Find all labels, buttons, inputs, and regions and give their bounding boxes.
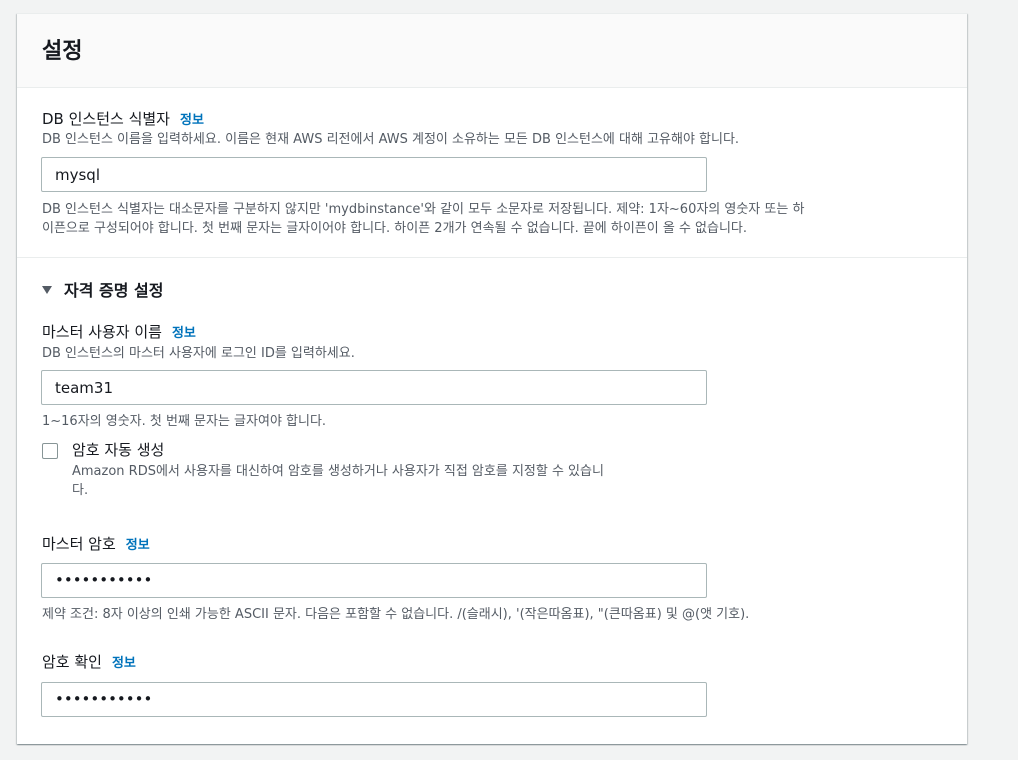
master-username-label: 마스터 사용자 이름	[42, 323, 162, 341]
section-divider	[17, 257, 967, 258]
db-identifier-input[interactable]	[41, 157, 707, 192]
master-username-description: DB 인스턴스의 마스터 사용자에 로그인 ID를 입력하세요.	[42, 346, 355, 361]
credentials-section-title: 자격 증명 설정	[64, 281, 164, 300]
credentials-section-toggle[interactable]: 자격 증명 설정	[42, 277, 163, 301]
db-identifier-label-row: DB 인스턴스 식별자 정보	[42, 108, 204, 129]
db-identifier-constraint-line2: 이픈으로 구성되어야 합니다. 첫 번째 문자는 글자이어야 합니다. 하이픈 …	[42, 221, 748, 236]
auto-generate-password-checkbox[interactable]	[42, 443, 58, 459]
auto-generate-description-line1: Amazon RDS에서 사용자를 대신하여 암호를 생성하거나 사용자가 직접…	[72, 464, 604, 479]
db-identifier-description: DB 인스턴스 이름을 입력하세요. 이름은 현재 AWS 리전에서 AWS 계…	[42, 132, 740, 147]
db-identifier-info-link[interactable]: 정보	[180, 113, 204, 128]
confirm-password-info-link[interactable]: 정보	[112, 656, 136, 671]
master-username-label-row: 마스터 사용자 이름 정보	[42, 321, 196, 342]
master-password-info-link[interactable]: 정보	[126, 538, 150, 553]
auto-generate-description-line2: 다.	[72, 483, 89, 498]
master-password-label: 마스터 암호	[42, 535, 116, 553]
confirm-password-label-row: 암호 확인 정보	[42, 651, 136, 672]
panel-title: 설정	[42, 39, 83, 64]
confirm-password-input[interactable]: •••••••••••	[41, 682, 707, 717]
master-username-info-link[interactable]: 정보	[172, 326, 196, 341]
master-username-constraint: 1~16자의 영숫자. 첫 번째 문자는 글자여야 합니다.	[42, 414, 327, 429]
master-password-input[interactable]: •••••••••••	[41, 563, 707, 598]
master-password-label-row: 마스터 암호 정보	[42, 533, 150, 554]
master-username-input[interactable]	[41, 370, 707, 405]
db-identifier-constraint-line1: DB 인스턴스 식별자는 대소문자를 구분하지 않지만 'mydbinstanc…	[42, 202, 805, 217]
db-identifier-label: DB 인스턴스 식별자	[42, 110, 170, 128]
auto-generate-password-label[interactable]: 암호 자동 생성	[72, 439, 164, 460]
confirm-password-label: 암호 확인	[42, 653, 102, 671]
caret-down-icon	[42, 286, 52, 294]
settings-panel: 설정 DB 인스턴스 식별자 정보 DB 인스턴스 이름을 입력하세요. 이름은 …	[17, 13, 967, 744]
panel-header: 설정	[17, 14, 967, 88]
master-password-constraint: 제약 조건: 8자 이상의 인쇄 가능한 ASCII 문자. 다음은 포함할 수…	[42, 607, 750, 622]
